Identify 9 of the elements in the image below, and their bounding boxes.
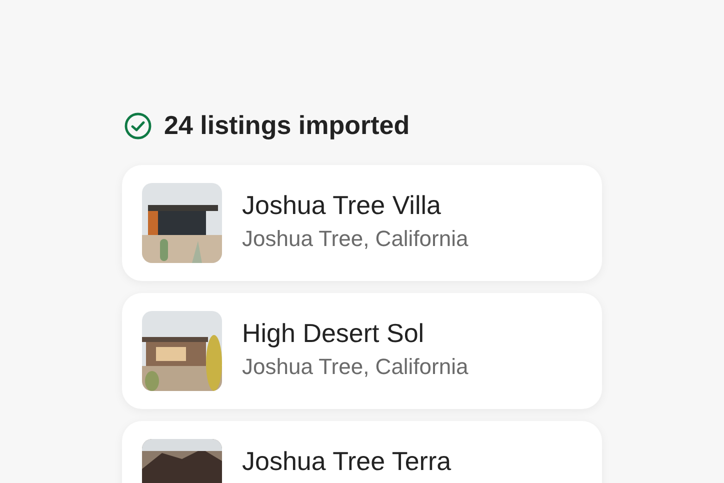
listing-card[interactable]: Joshua Tree Terra (122, 421, 602, 483)
listing-card[interactable]: High Desert Sol Joshua Tree, California (122, 293, 602, 409)
listing-title: High Desert Sol (242, 317, 426, 349)
status-text: 24 listings imported (164, 109, 410, 142)
listing-title: Joshua Tree Terra (242, 445, 452, 477)
listing-card[interactable]: Joshua Tree Villa Joshua Tree, California (122, 165, 602, 281)
listing-location: Joshua Tree, California (242, 353, 468, 381)
listing-location: Joshua Tree, California (242, 225, 468, 253)
listing-title: Joshua Tree Villa (242, 189, 442, 221)
